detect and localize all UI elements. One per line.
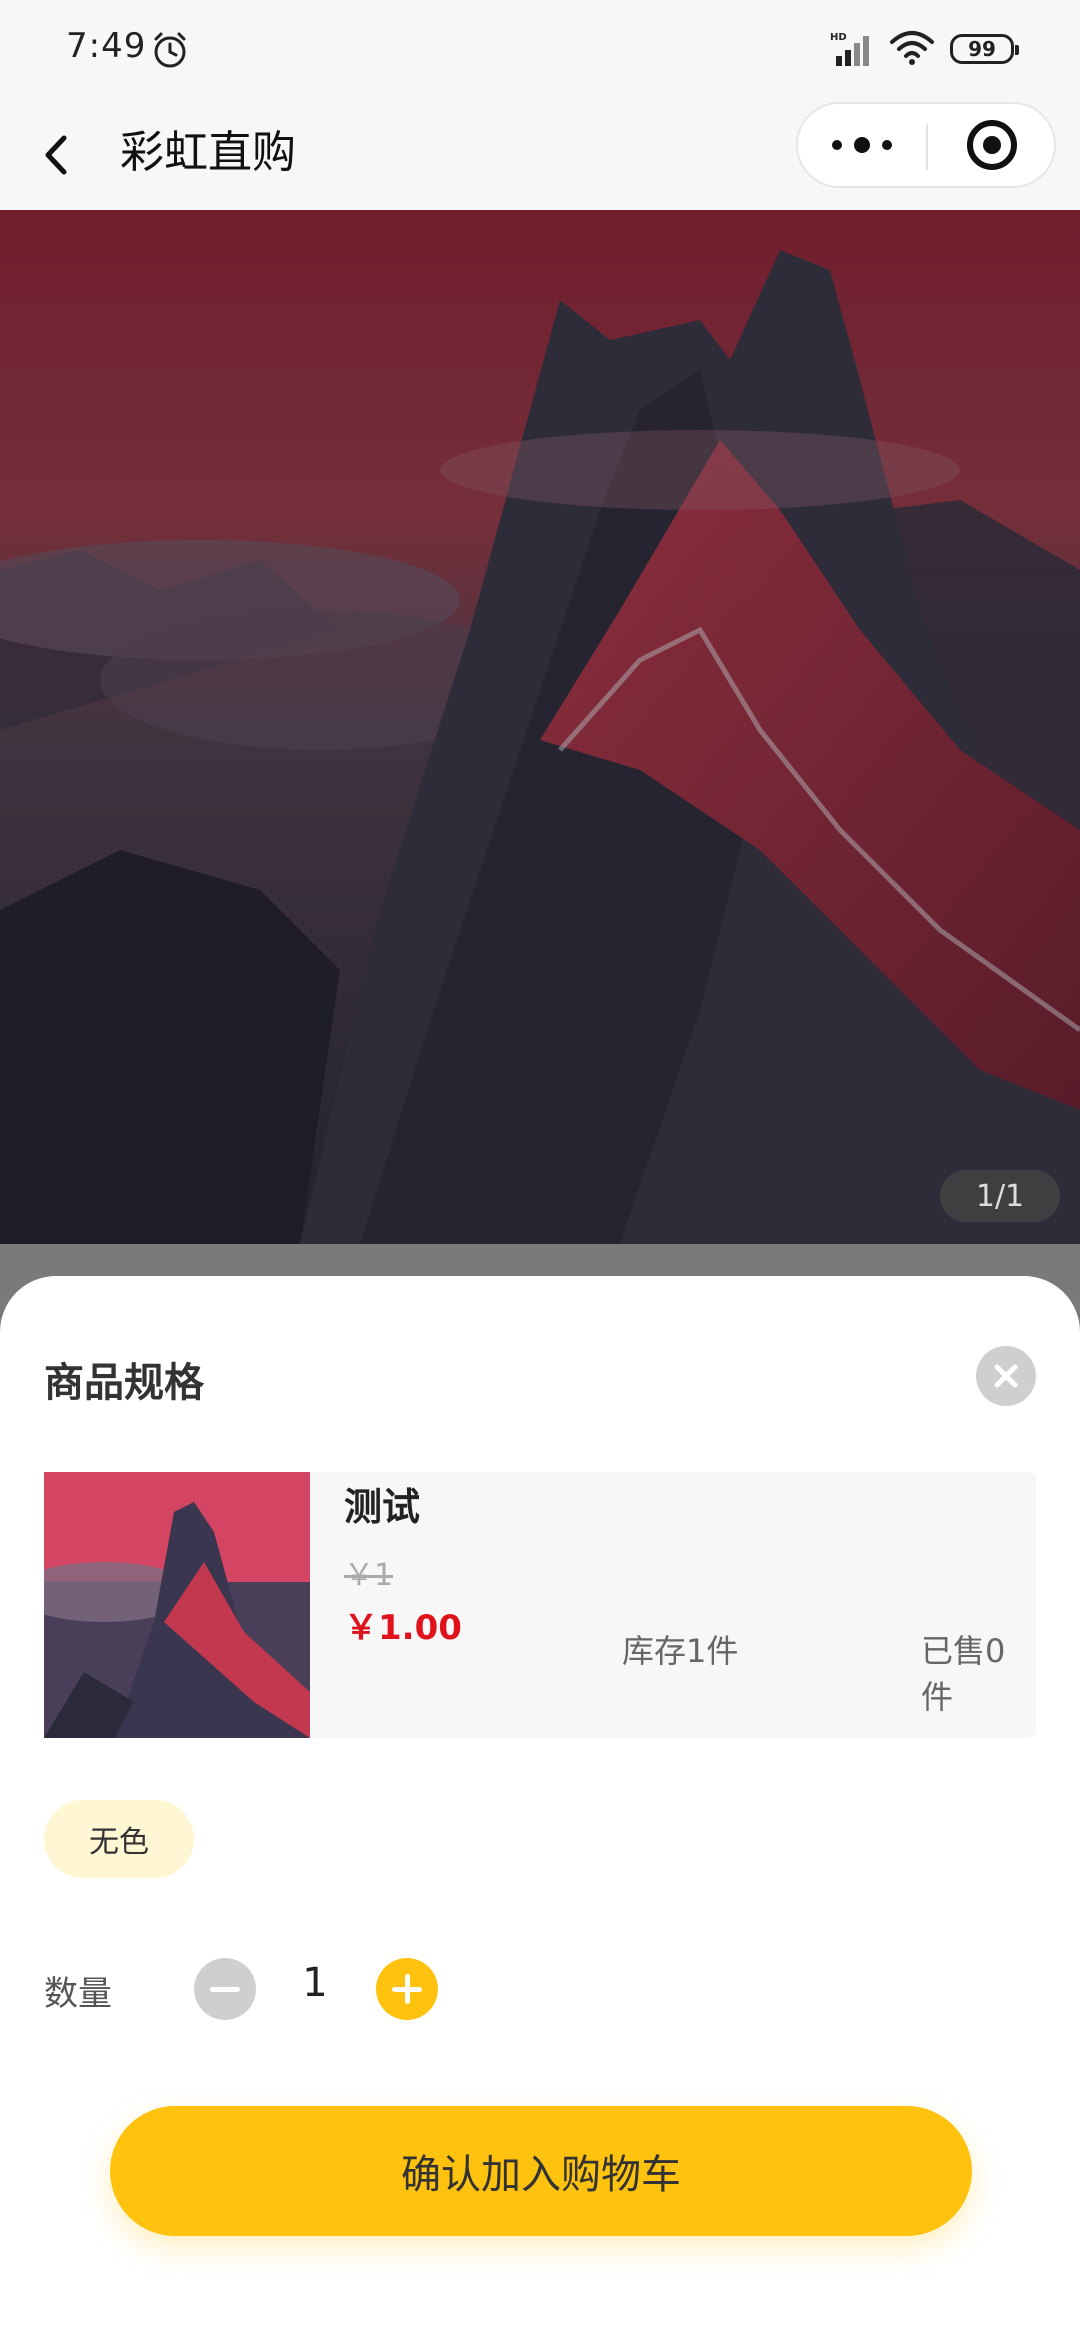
spec-bottom-sheet: 商品规格 测试 ￥1 ￥1.00 库存1件 已售0件 无色 数量 1 确认加入购…: [0, 1276, 1080, 2340]
product-thumbnail: [44, 1472, 310, 1738]
page-title: 彩虹直购: [120, 127, 296, 178]
add-to-cart-button[interactable]: 确认加入购物车: [110, 2106, 972, 2236]
original-price: ￥1: [344, 1558, 394, 1593]
battery-level: 99: [968, 37, 996, 61]
quantity-decrease-button[interactable]: [194, 1958, 256, 2020]
page-indicator: 1/1: [940, 1170, 1060, 1222]
product-image-carousel[interactable]: 1/1: [0, 210, 1080, 1244]
status-time: 7:49: [66, 26, 147, 66]
alarm-icon: [154, 32, 186, 68]
nav-bar: 彩虹直购: [0, 100, 1080, 210]
product-thumbnail-image: [44, 1472, 310, 1738]
mini-program-capsule: [796, 102, 1056, 188]
more-icon-right: [882, 140, 892, 150]
quantity-increase-button[interactable]: [376, 1958, 438, 2020]
wifi-icon: [890, 31, 934, 65]
product-price: ￥1.00: [344, 1608, 462, 1648]
hero-dim-overlay: [0, 210, 1080, 1244]
stock-count: 库存1件: [622, 1632, 739, 1670]
status-bar: 7:49 HD 99: [0, 0, 1080, 100]
back-icon[interactable]: [36, 122, 80, 188]
product-card: 测试 ￥1 ￥1.00 库存1件 已售0件: [44, 1472, 1036, 1738]
quantity-label: 数量: [44, 1974, 112, 2014]
svg-text:HD: HD: [830, 32, 847, 43]
close-sheet-button[interactable]: [976, 1346, 1036, 1406]
more-icon: [832, 140, 842, 150]
battery-icon: 99: [950, 34, 1019, 64]
plus-icon-vertical: [404, 1974, 410, 2004]
minus-icon: [210, 1986, 240, 1992]
sheet-title: 商品规格: [44, 1360, 204, 1406]
more-button[interactable]: [798, 104, 926, 186]
sold-count: 已售0件: [921, 1632, 1006, 1716]
close-mini-program-button[interactable]: [928, 104, 1056, 186]
signal-icon: HD: [830, 32, 869, 66]
quantity-value: 1: [302, 1960, 328, 2006]
close-icon: [994, 1364, 1018, 1388]
product-name: 测试: [344, 1485, 421, 1529]
more-icon-center: [854, 137, 870, 153]
spec-option-color[interactable]: 无色: [44, 1800, 194, 1878]
target-icon: [967, 120, 1017, 170]
